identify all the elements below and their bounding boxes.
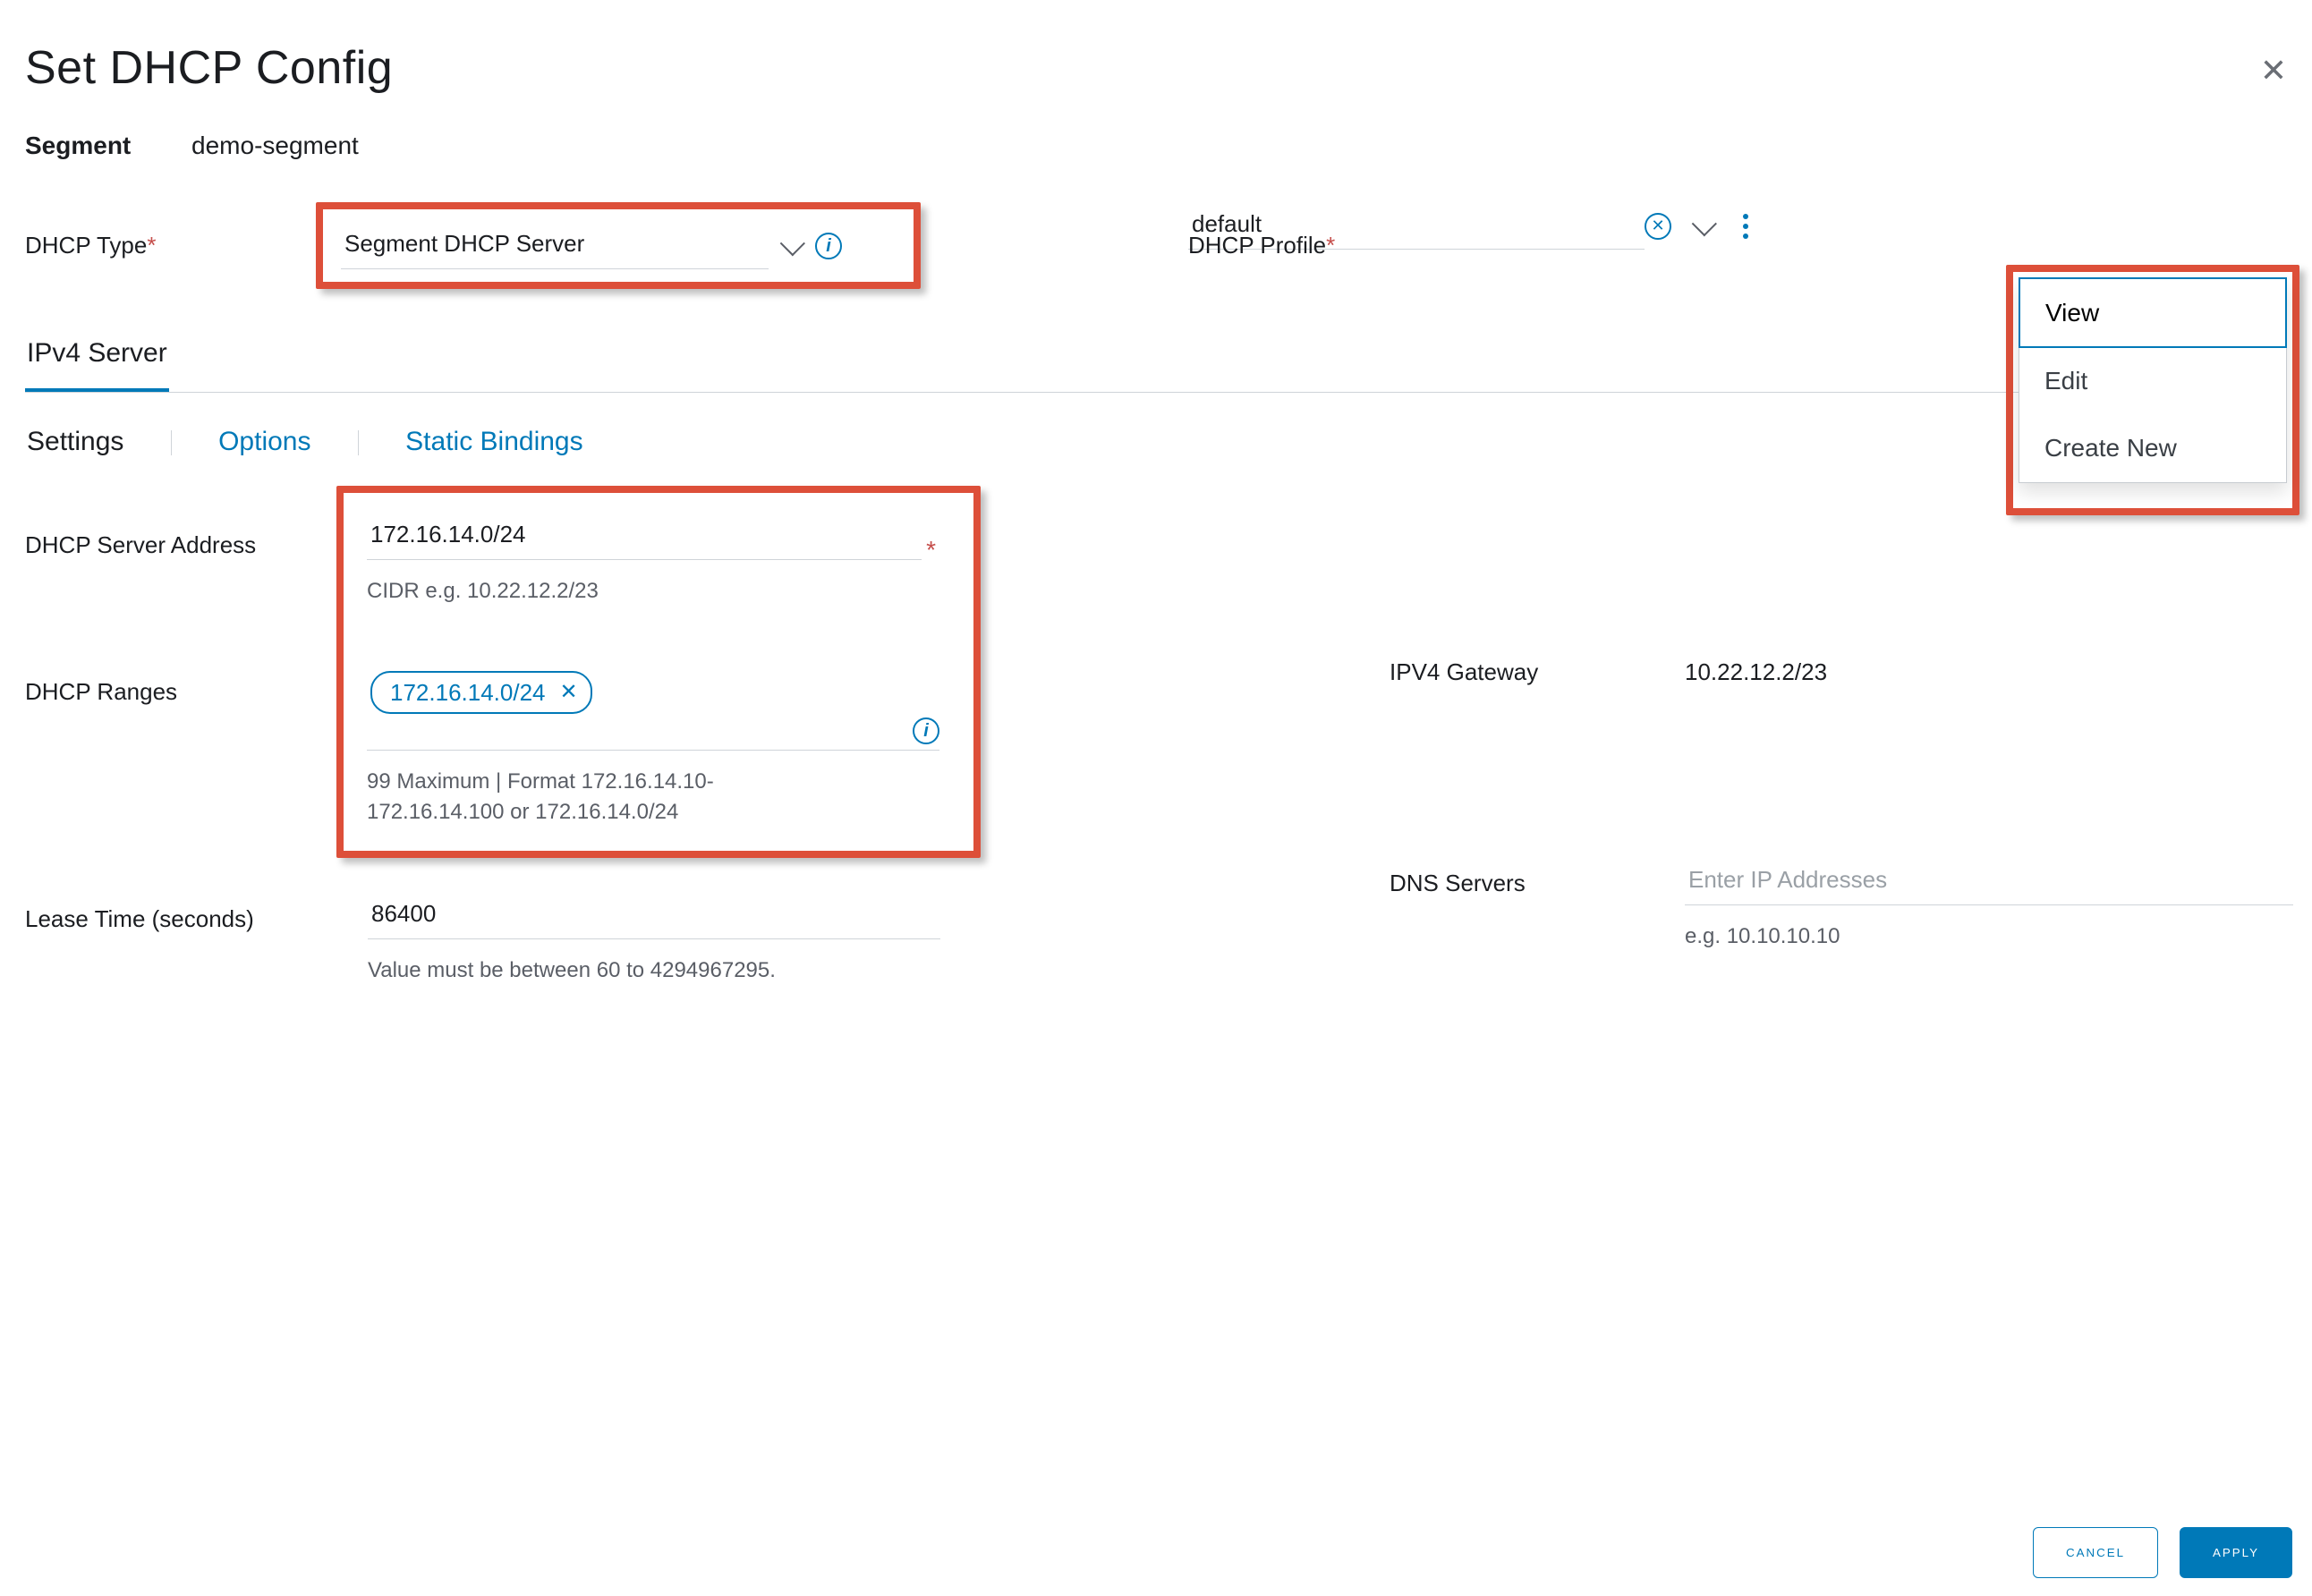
kebab-menu-icon[interactable] [1743, 214, 1748, 239]
segment-label: Segment [25, 132, 131, 159]
server-type-tabs: IPv4 Server [25, 326, 2287, 393]
info-icon[interactable]: i [815, 233, 842, 259]
server-address-input[interactable] [367, 513, 922, 560]
highlight-dhcp-type: Segment DHCP Server i [316, 202, 921, 289]
gateway-label: IPV4 Gateway [1390, 647, 1685, 688]
remove-chip-icon[interactable]: ✕ [560, 677, 578, 708]
highlight-settings: * CIDR e.g. 10.22.12.2/23 172.16.14.0/24… [336, 486, 981, 858]
range-chip[interactable]: 172.16.14.0/24 ✕ [370, 671, 592, 714]
lease-time-input[interactable] [368, 892, 940, 939]
clear-icon[interactable]: ✕ [1645, 213, 1671, 240]
cancel-button[interactable]: CANCEL [2033, 1527, 2158, 1578]
dns-servers-input[interactable] [1685, 858, 2293, 905]
tab-static-bindings[interactable]: Static Bindings [404, 423, 584, 461]
segment-row: Segment demo-segment [25, 128, 2287, 163]
close-icon[interactable]: ✕ [2260, 48, 2287, 93]
tab-ipv4-server[interactable]: IPv4 Server [25, 326, 169, 392]
dns-servers-hint: e.g. 10.10.10.10 [1685, 921, 2293, 952]
tab-options[interactable]: Options [217, 423, 312, 461]
tab-settings[interactable]: Settings [25, 423, 125, 461]
required-icon: * [147, 232, 156, 259]
info-icon[interactable]: i [913, 717, 939, 744]
dhcp-type-select[interactable]: Segment DHCP Server i [341, 222, 842, 269]
chevron-down-icon [1692, 211, 1717, 236]
menu-item-edit[interactable]: Edit [2019, 347, 2286, 414]
dhcp-type-label: DHCP Type* [25, 229, 316, 261]
chevron-down-icon [780, 231, 805, 256]
ranges-hint: 99 Maximum | Format 172.16.14.10-172.16.… [367, 767, 778, 827]
dhcp-type-value: Segment DHCP Server [341, 222, 769, 269]
lease-time-label: Lease Time (seconds) [25, 892, 316, 935]
settings-tabs: Settings Options Static Bindings [25, 423, 2287, 461]
dhcp-profile-label: DHCP Profile* [1188, 229, 1335, 261]
dns-servers-label: DNS Servers [1390, 858, 1685, 899]
dialog-title: Set DHCP Config [25, 36, 2287, 101]
gateway-value: 10.22.12.2/23 [1685, 647, 1827, 688]
required-icon: * [1326, 232, 1335, 259]
profile-actions-menu: View Edit Create New [2019, 277, 2287, 483]
dhcp-config-dialog: ✕ Set DHCP Config Segment demo-segment D… [0, 0, 2312, 1596]
menu-item-create-new[interactable]: Create New [2019, 414, 2286, 481]
menu-item-view[interactable]: View [2019, 277, 2287, 348]
segment-value: demo-segment [191, 132, 359, 159]
apply-button[interactable]: APPLY [2180, 1527, 2292, 1578]
dialog-footer: CANCEL APPLY [2033, 1527, 2292, 1578]
server-address-label: DHCP Server Address [25, 518, 316, 561]
range-chip-container[interactable]: 172.16.14.0/24 ✕ i [367, 655, 939, 751]
server-address-hint: CIDR e.g. 10.22.12.2/23 [367, 576, 947, 607]
range-chip-text: 172.16.14.0/24 [390, 676, 546, 709]
lease-time-hint: Value must be between 60 to 4294967295. [368, 955, 940, 986]
required-icon: * [926, 532, 936, 567]
dhcp-ranges-label: DHCP Ranges [25, 665, 316, 708]
